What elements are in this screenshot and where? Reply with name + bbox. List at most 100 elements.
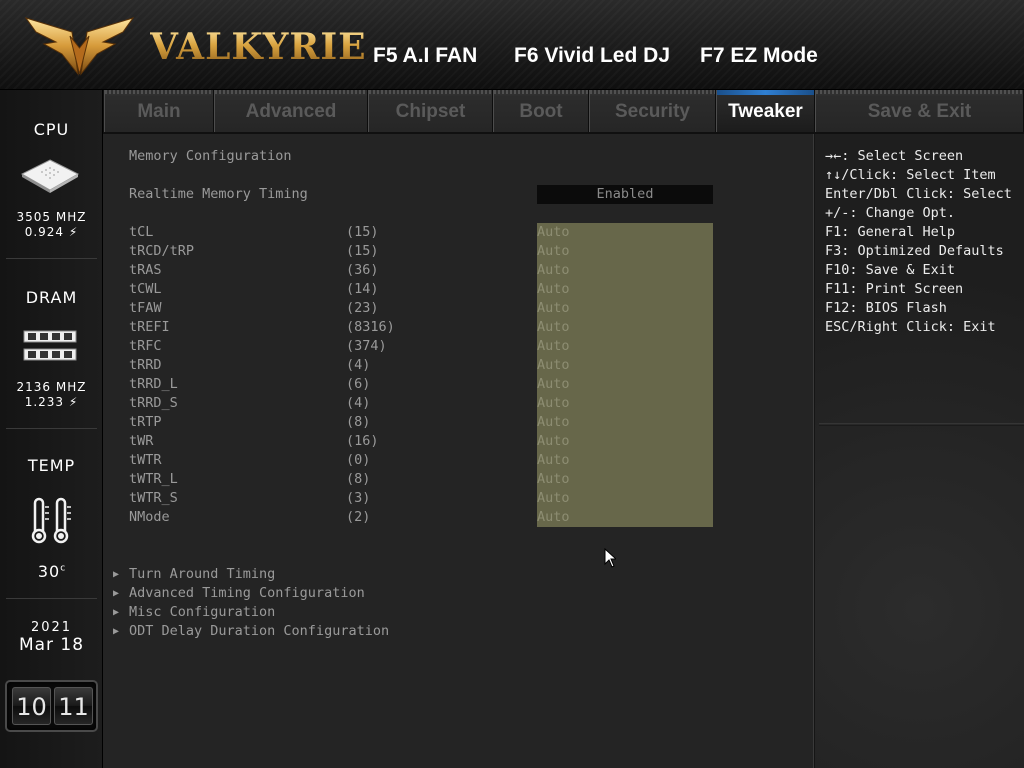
clock-minute: 11 (54, 687, 93, 725)
section-title: Memory Configuration (129, 148, 292, 164)
date-year: 2021 (30, 620, 73, 635)
tab-security[interactable]: Security (589, 90, 716, 132)
timing-option-value[interactable]: Auto (537, 356, 713, 375)
help-line: +/-: Change Opt. (825, 205, 956, 221)
timing-row[interactable]: tWTR_L (8) Auto (103, 470, 814, 489)
tab-boot[interactable]: Boot (493, 90, 589, 132)
timing-option-value[interactable]: Auto (537, 394, 713, 413)
timing-option-value[interactable]: Auto (537, 242, 713, 261)
submenu-label: Advanced Timing Configuration (129, 585, 365, 601)
timing-label: tRRD_L (129, 376, 178, 392)
timing-row[interactable]: tFAW (23) Auto (103, 299, 814, 318)
timing-current-value: (4) (346, 357, 371, 373)
ai-fan-hotkey[interactable]: F5 A.I FAN (373, 44, 477, 68)
timing-label: tCL (129, 224, 154, 240)
tab-save-exit[interactable]: Save & Exit (815, 90, 1024, 132)
timing-option-value[interactable]: Auto (537, 299, 713, 318)
valkyrie-wing-logo-icon (24, 17, 135, 76)
timing-option-value[interactable]: Auto (537, 432, 713, 451)
timing-current-value: (8) (346, 414, 371, 430)
help-line: F1: General Help (825, 224, 956, 240)
timing-label: tWTR_S (129, 490, 178, 506)
timing-row[interactable]: NMode (2) Auto (103, 508, 814, 527)
timing-current-value: (2) (346, 509, 371, 525)
help-line: F10: Save & Exit (825, 262, 956, 278)
timing-label: tWR (129, 433, 154, 449)
timing-current-value: (6) (346, 376, 371, 392)
timing-row[interactable]: tRRD_S (4) Auto (103, 394, 814, 413)
timing-option-value[interactable]: Auto (537, 223, 713, 242)
timing-label: tCWL (129, 281, 162, 297)
timing-current-value: (15) (346, 224, 379, 240)
help-line: F12: BIOS Flash (825, 300, 947, 316)
timing-label: tRTP (129, 414, 162, 430)
timing-label: tWTR (129, 452, 162, 468)
ez-mode-hotkey[interactable]: F7 EZ Mode (700, 44, 818, 68)
timing-row[interactable]: tWTR_S (3) Auto (103, 489, 814, 508)
tab-advanced[interactable]: Advanced (214, 90, 368, 132)
submenu-item[interactable]: ▶ ODT Delay Duration Configuration (103, 622, 503, 641)
timing-row[interactable]: tWR (16) Auto (103, 432, 814, 451)
help-line: →←: Select Screen (825, 148, 964, 164)
submenu-label: Misc Configuration (129, 604, 276, 620)
timing-row[interactable]: tRFC (374) Auto (103, 337, 814, 356)
submenu-arrow-icon: ▶ (113, 588, 120, 599)
help-line: Enter/Dbl Click: Select (825, 186, 1012, 202)
timing-row[interactable]: tCL (15) Auto (103, 223, 814, 242)
timing-current-value: (8316) (346, 319, 395, 335)
timing-option-value[interactable]: Auto (537, 489, 713, 508)
timing-label: tRAS (129, 262, 162, 278)
dram-label: DRAM (25, 288, 78, 307)
realtime-memory-timing-value[interactable]: Enabled (537, 185, 713, 204)
timing-option-value[interactable]: Auto (537, 280, 713, 299)
submenu-item[interactable]: ▶ Turn Around Timing (103, 565, 503, 584)
timing-label: tFAW (129, 300, 162, 316)
timing-row[interactable]: tCWL (14) Auto (103, 280, 814, 299)
timing-option-value[interactable]: Auto (537, 337, 713, 356)
submenu-item[interactable]: ▶ Misc Configuration (103, 603, 503, 622)
timing-option-value[interactable]: Auto (537, 470, 713, 489)
cpu-label: CPU (33, 120, 70, 139)
timing-label: tWTR_L (129, 471, 178, 487)
setting-label: Realtime Memory Timing (129, 186, 308, 202)
timing-row[interactable]: tRAS (36) Auto (103, 261, 814, 280)
cpu-voltage: 0.924 ⚡ (24, 225, 79, 239)
timing-option-value[interactable]: Auto (537, 261, 713, 280)
timing-current-value: (14) (346, 281, 379, 297)
submenu-label: ODT Delay Duration Configuration (129, 623, 390, 639)
timing-option-value[interactable]: Auto (537, 508, 713, 527)
timing-label: tREFI (129, 319, 170, 335)
timing-label: tRRD_S (129, 395, 178, 411)
timing-option-value[interactable]: Auto (537, 375, 713, 394)
sidebar-divider (6, 258, 97, 259)
status-sidebar: CPU 3505 MHZ 0.924 ⚡ DRAM 2136 MHZ 1.233… (0, 90, 103, 768)
timing-option-value[interactable]: Auto (537, 413, 713, 432)
help-panel: →←: Select Screen ↑↓/Click: Select Item En… (815, 134, 1024, 768)
submenu-item[interactable]: ▶ Advanced Timing Configuration (103, 584, 503, 603)
timing-current-value: (0) (346, 452, 371, 468)
tab-bar: Main Advanced Chipset Boot Security Twea… (103, 90, 1024, 134)
timing-label: tRRD (129, 357, 162, 373)
timing-row[interactable]: tRCD/tRP (15) Auto (103, 242, 814, 261)
sidebar-divider (6, 428, 97, 429)
vivid-led-dj-hotkey[interactable]: F6 Vivid Led DJ (514, 44, 670, 68)
submenu-label: Turn Around Timing (129, 566, 276, 582)
timing-current-value: (23) (346, 300, 379, 316)
timing-row[interactable]: tRRD (4) Auto (103, 356, 814, 375)
timing-label: tRCD/tRP (129, 243, 195, 259)
help-line: ↑↓/Click: Select Item (825, 167, 996, 183)
flip-clock: 10 11 (5, 680, 98, 732)
submenu-arrow-icon: ▶ (113, 607, 120, 618)
timing-current-value: (3) (346, 490, 371, 506)
tab-main[interactable]: Main (104, 90, 214, 132)
cpu-chip-icon (20, 159, 80, 193)
timing-row[interactable]: tRTP (8) Auto (103, 413, 814, 432)
tab-chipset[interactable]: Chipset (368, 90, 493, 132)
timing-row[interactable]: tREFI (8316) Auto (103, 318, 814, 337)
timing-row[interactable]: tWTR (0) Auto (103, 451, 814, 470)
tab-tweaker[interactable]: Tweaker (716, 90, 815, 132)
timing-option-value[interactable]: Auto (537, 318, 713, 337)
timing-row[interactable]: tRRD_L (6) Auto (103, 375, 814, 394)
timing-option-value[interactable]: Auto (537, 451, 713, 470)
lightning-icon: ⚡ (68, 395, 79, 409)
